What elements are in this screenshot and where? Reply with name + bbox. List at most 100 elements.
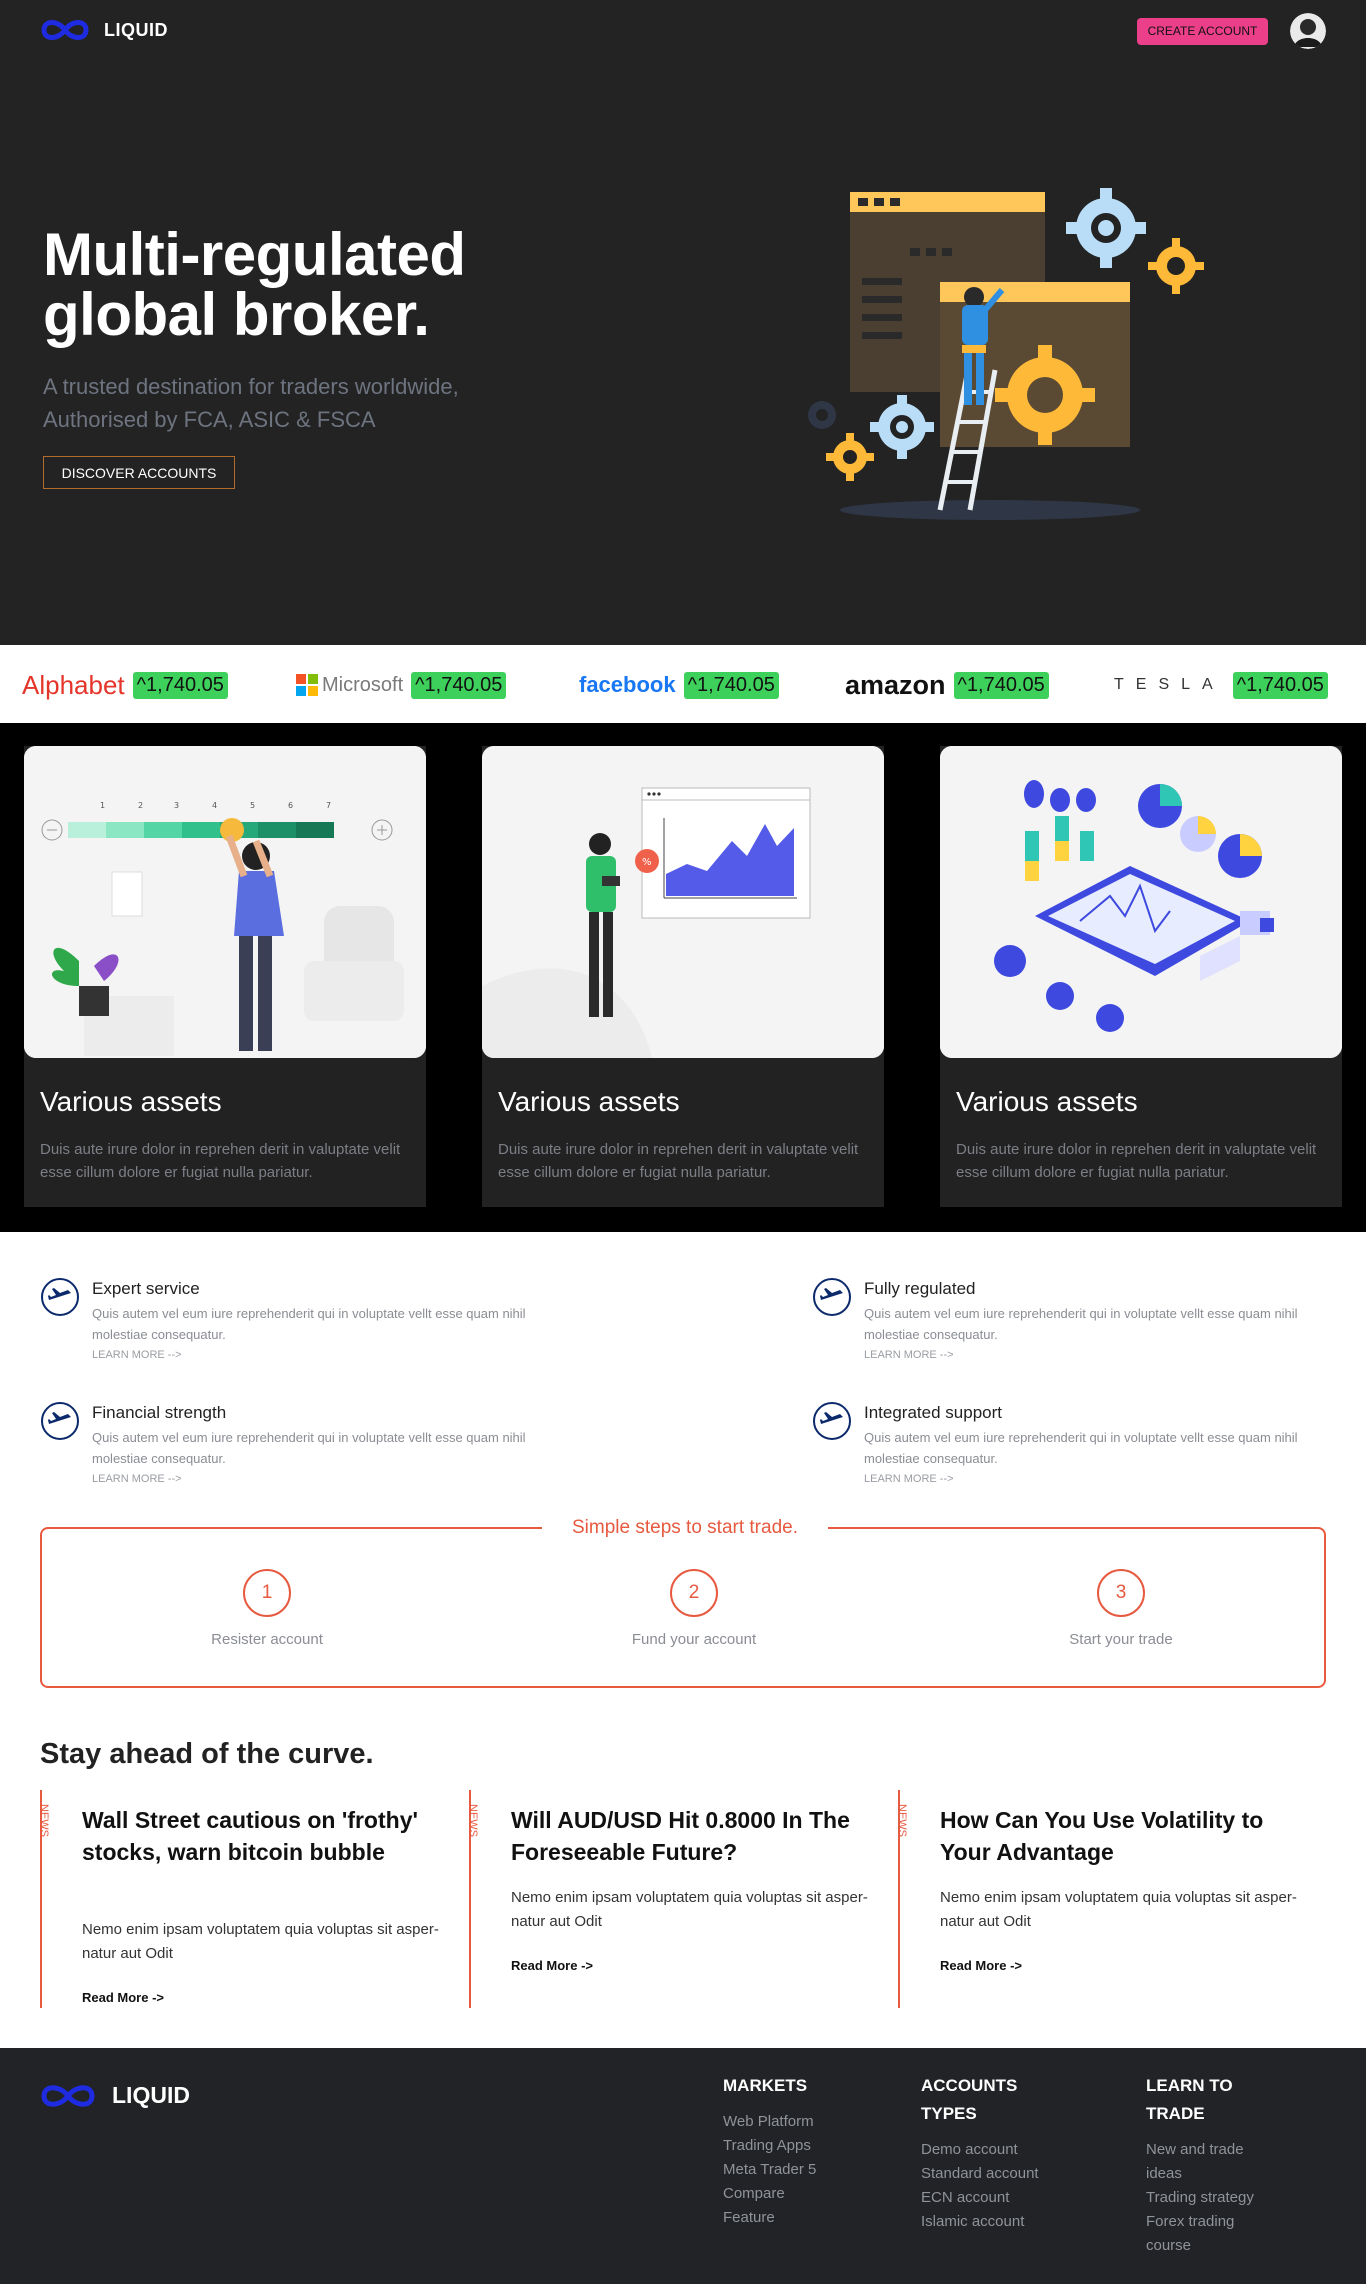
footer-link[interactable]: Meta Trader 5 xyxy=(723,2158,816,2182)
asset-card-image: 1 2 3 4 5 6 7 xyxy=(24,746,426,1058)
feature-title: Expert service xyxy=(92,1279,200,1298)
news-title[interactable]: Wall Street cautious on 'frothy' stocks,… xyxy=(82,1804,442,1868)
svg-text:%: % xyxy=(642,857,652,868)
ticker-price: ^1,740.05 xyxy=(1232,671,1328,699)
step-label: Resister account xyxy=(211,1631,323,1648)
asset-cards-section: 1 2 3 4 5 6 7 Various assets Duis aute i… xyxy=(0,723,1366,1232)
step-number: 1 xyxy=(243,1569,291,1617)
slider-tick: 3 xyxy=(174,801,179,810)
footer-link[interactable]: Feature xyxy=(723,2206,816,2230)
step-fund: 2 Fund your account xyxy=(564,1569,824,1648)
asset-card-text: Duis aute irure dolor in reprehen derit … xyxy=(956,1141,1317,1181)
footer-markets-column: MARKETS Web Platform Trading Apps Meta T… xyxy=(723,2072,816,2230)
facebook-logo: facebook xyxy=(579,672,676,697)
step-number: 3 xyxy=(1097,1569,1145,1617)
footer-logo[interactable]: LIQUID xyxy=(40,2082,190,2109)
slider-tick: 7 xyxy=(326,801,331,810)
microsoft-logo: Microsoft xyxy=(322,673,404,696)
feature-expert-service: Expert service Quis autem vel eum iure r… xyxy=(40,1277,560,1367)
footer-heading-line1: LEARN TO xyxy=(1146,2076,1233,2095)
ticker-price: ^1,740.05 xyxy=(132,671,228,699)
footer: LIQUID MARKETS Web Platform Trading Apps… xyxy=(0,2048,1366,2284)
avatar-icon xyxy=(1290,13,1326,49)
user-avatar[interactable] xyxy=(1290,13,1326,49)
footer-column-heading: ACCOUNTS TYPES xyxy=(921,2072,1039,2128)
learn-more-link[interactable]: LEARN MORE --> xyxy=(864,1473,954,1485)
footer-column-heading: MARKETS xyxy=(723,2076,808,2095)
ticker-item-amazon[interactable]: amazon ^1,740.05 xyxy=(845,668,1049,702)
footer-link[interactable]: Compare xyxy=(723,2182,816,2206)
ticker-item-microsoft[interactable]: Microsoft ^1,740.05 xyxy=(296,668,507,702)
nav-logo[interactable]: LIQUID xyxy=(40,18,168,42)
hero-title-line2: global broker. xyxy=(43,281,430,348)
news-item[interactable]: NEWS How Can You Use Volatility to Your … xyxy=(896,1790,1318,2008)
plane-icon xyxy=(41,1402,79,1440)
footer-link[interactable]: Standard account xyxy=(921,2162,1039,2186)
ticker-item-alphabet[interactable]: Alphabet ^1,740.05 xyxy=(22,668,228,702)
learn-more-link[interactable]: LEARN MORE --> xyxy=(864,1349,954,1361)
step-label: Fund your account xyxy=(631,1631,757,1648)
asset-card-text: Duis aute irure dolor in reprehen derit … xyxy=(498,1141,859,1181)
tesla-logo: TESLA xyxy=(1114,676,1225,693)
infinity-logo-icon xyxy=(41,20,89,40)
slider-tick: 5 xyxy=(250,801,255,810)
read-more-link[interactable]: Read More -> xyxy=(940,1958,1022,1973)
ticker-item-facebook[interactable]: facebook ^1,740.05 xyxy=(579,668,779,702)
ticker-price: ^1,740.05 xyxy=(411,671,507,699)
plane-icon xyxy=(813,1402,851,1440)
read-more-link[interactable]: Read More -> xyxy=(511,1958,593,1973)
feature-text: Quis autem vel eum iure reprehenderit qu… xyxy=(864,1306,1298,1342)
learn-more-link[interactable]: LEARN MORE --> xyxy=(92,1473,182,1485)
step-trade: 3 Start your trade xyxy=(991,1569,1251,1648)
ticker-item-tesla[interactable]: TESLA ^1,740.05 xyxy=(1114,668,1328,702)
feature-text: Quis autem vel eum iure reprehenderit qu… xyxy=(92,1306,526,1342)
footer-brand-name: LIQUID xyxy=(112,2082,190,2108)
footer-link[interactable]: course xyxy=(1146,2234,1254,2258)
news-title[interactable]: How Can You Use Volatility to Your Advan… xyxy=(940,1804,1300,1868)
simple-steps-box: Simple steps to start trade. 1 Resister … xyxy=(40,1517,1326,1688)
footer-accounts-column: ACCOUNTS TYPES Demo account Standard acc… xyxy=(921,2072,1039,2234)
footer-heading-line1: ACCOUNTS xyxy=(921,2076,1018,2095)
slider-tick: 2 xyxy=(138,801,143,810)
asset-card[interactable]: % Various assets Duis aute irure dolor i… xyxy=(482,746,884,1207)
hero-section: LIQUID CREATE ACCOUNT Multi-regulated gl… xyxy=(0,0,1366,645)
hero-subtitle-line2: Authorised by FCA, ASIC & FSCA xyxy=(43,407,376,432)
footer-link[interactable]: New and trade xyxy=(1146,2138,1254,2162)
amazon-logo: amazon xyxy=(845,669,946,700)
hero-title: Multi-regulated global broker. xyxy=(43,225,603,345)
feature-integrated-support: Integrated support Quis autem vel eum iu… xyxy=(812,1401,1332,1491)
footer-learn-list: New and trade ideas Trading strategy For… xyxy=(1146,2138,1254,2258)
feature-text: Quis autem vel eum iure reprehenderit qu… xyxy=(92,1430,526,1466)
step-register: 1 Resister account xyxy=(137,1569,397,1648)
asset-card[interactable]: Various assets Duis aute irure dolor in … xyxy=(940,746,1342,1207)
feature-text: Quis autem vel eum iure reprehenderit qu… xyxy=(864,1430,1298,1466)
asset-card-title: Various assets xyxy=(40,1086,222,1117)
learn-more-link[interactable]: LEARN MORE --> xyxy=(92,1349,182,1361)
news-item[interactable]: NEWS Wall Street cautious on 'frothy' st… xyxy=(38,1790,460,2008)
asset-card[interactable]: 1 2 3 4 5 6 7 Various assets Duis aute i… xyxy=(24,746,426,1207)
discover-accounts-button[interactable]: DISCOVER ACCOUNTS xyxy=(43,456,235,489)
news-heading: Stay ahead of the curve. xyxy=(40,1738,374,1770)
footer-link[interactable]: Trading Apps xyxy=(723,2134,816,2158)
footer-link[interactable]: ideas xyxy=(1146,2162,1254,2186)
asset-card-title: Various assets xyxy=(498,1086,680,1117)
footer-link[interactable]: Trading strategy xyxy=(1146,2186,1254,2210)
footer-accounts-list: Demo account Standard account ECN accoun… xyxy=(921,2138,1039,2234)
steps-title: Simple steps to start trade. xyxy=(542,1517,828,1539)
footer-link[interactable]: Demo account xyxy=(921,2138,1039,2162)
footer-link[interactable]: Web Platform xyxy=(723,2110,816,2134)
step-number: 2 xyxy=(670,1569,718,1617)
slider-woman-illustration: 1 2 3 4 5 6 7 xyxy=(24,746,426,1058)
news-tag: NEWS xyxy=(467,1804,479,1837)
footer-learn-column: LEARN TO TRADE New and trade ideas Tradi… xyxy=(1146,2072,1254,2258)
read-more-link[interactable]: Read More -> xyxy=(82,1990,164,2005)
news-title[interactable]: Will AUD/USD Hit 0.8000 In The Foreseeab… xyxy=(511,1804,871,1868)
footer-link[interactable]: Islamic account xyxy=(921,2210,1039,2234)
infinity-logo-icon xyxy=(41,2084,95,2107)
footer-link[interactable]: ECN account xyxy=(921,2186,1039,2210)
news-item[interactable]: NEWS Will AUD/USD Hit 0.8000 In The Fore… xyxy=(467,1790,889,2008)
feature-fully-regulated: Fully regulated Quis autem vel eum iure … xyxy=(812,1277,1332,1367)
news-text: Nemo enim ipsam voluptatem quia voluptas… xyxy=(511,1889,868,1930)
create-account-button[interactable]: CREATE ACCOUNT xyxy=(1137,18,1268,45)
footer-link[interactable]: Forex trading xyxy=(1146,2210,1254,2234)
